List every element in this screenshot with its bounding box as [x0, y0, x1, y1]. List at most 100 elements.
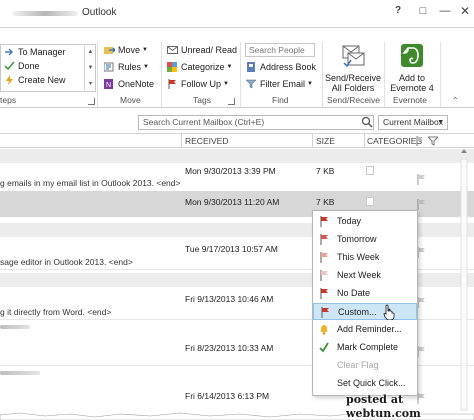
- menu-item-add-reminder[interactable]: Add Reminder...: [313, 321, 417, 338]
- menu-item-custom[interactable]: Custom...: [313, 303, 417, 320]
- collapse-ribbon-icon[interactable]: ⌃: [452, 96, 459, 105]
- hand-cursor-icon: [383, 304, 395, 320]
- checkmark-icon: [319, 342, 329, 353]
- menu-item-today[interactable]: Today: [313, 213, 417, 230]
- app-title: Outlook: [82, 7, 117, 18]
- quick-step-create-new[interactable]: Create New: [4, 73, 66, 87]
- search-mailbox-input[interactable]: Search Current Mailbox (Ctrl+E): [138, 115, 374, 130]
- redacted-sender: [0, 325, 30, 329]
- gray-flag-icon[interactable]: [416, 199, 427, 210]
- received-cell: Mon 9/30/2013 3:39 PM: [185, 166, 276, 176]
- menu-item-set-quick-click[interactable]: Set Quick Click...: [313, 375, 417, 392]
- ribbon-display-options-icon[interactable]: □: [416, 4, 430, 18]
- message-preview: sage editor in Outlook 2013. <end>: [0, 257, 133, 267]
- column-divider: [312, 134, 313, 148]
- svg-text:N: N: [106, 82, 111, 89]
- follow-up-button[interactable]: Follow Up ▼: [167, 77, 229, 91]
- message-list-header: RECEIVED SIZE CATEGORIES: [0, 133, 474, 148]
- tags-launcher-icon[interactable]: [228, 98, 235, 105]
- quick-steps-launcher-icon[interactable]: [88, 98, 95, 105]
- follow-up-menu: Today Tomorrow This Week Next Week No Da…: [312, 210, 418, 396]
- send-receive-label-line1: Send/Receive: [325, 73, 382, 83]
- filter-icon[interactable]: [428, 136, 438, 146]
- menu-item-label: This Week: [337, 252, 380, 262]
- group-label-quick-steps: teps: [0, 95, 17, 105]
- unread-read-button[interactable]: Unread/ Read: [167, 43, 237, 57]
- onenote-label: OneNote: [118, 79, 155, 89]
- watermark-text: posted at webtun.com: [346, 393, 421, 420]
- categorize-button[interactable]: Categorize ▼: [167, 60, 232, 74]
- add-to-evernote-button[interactable]: Add to Evernote 4: [389, 43, 435, 93]
- move-button[interactable]: Move ▼: [104, 43, 148, 57]
- menu-item-tomorrow[interactable]: Tomorrow: [313, 231, 417, 248]
- column-header-size[interactable]: SIZE: [316, 136, 335, 146]
- dropdown-arrow-icon: ▼: [307, 81, 313, 87]
- search-scope-value: Current Mailbox: [383, 117, 443, 127]
- quick-steps-scroll[interactable]: ▲ ▼ ▾: [84, 44, 96, 92]
- menu-item-label: Today: [337, 216, 362, 226]
- quick-step-label: To Manager: [18, 47, 66, 57]
- column-header-received[interactable]: RECEIVED: [185, 136, 228, 146]
- message-preview: g it directly from Word. <end>: [0, 307, 112, 317]
- rules-icon: [104, 62, 114, 72]
- evernote-icon: [401, 44, 423, 67]
- category-box[interactable]: [366, 166, 374, 175]
- address-book-button[interactable]: Address Book: [246, 60, 316, 74]
- address-book-icon: [247, 62, 255, 72]
- menu-item-next-week[interactable]: Next Week: [313, 267, 417, 284]
- rules-button[interactable]: Rules ▼: [104, 60, 149, 74]
- received-cell: Tue 9/17/2013 10:57 AM: [185, 244, 278, 254]
- size-cell: 7 KB: [316, 197, 335, 207]
- received-cell: Fri 9/13/2013 10:46 AM: [185, 294, 274, 304]
- received-cell: Mon 9/30/2013 11:20 AM: [185, 197, 280, 207]
- search-icon[interactable]: [361, 116, 373, 128]
- ribbon: To Manager Done Create New ▲ ▼ ▾ teps Move…: [0, 28, 474, 108]
- chevron-down-icon: ▼: [437, 119, 444, 126]
- menu-item-label: Set Quick Click...: [337, 378, 406, 388]
- arrow-right-icon: [5, 48, 14, 56]
- group-divider: [440, 42, 441, 108]
- group-label-send-receive: Send/Receive: [327, 95, 380, 105]
- menu-item-clear-flag: Clear Flag: [313, 357, 417, 374]
- search-bar: Search Current Mailbox (Ctrl+E) Current …: [0, 112, 474, 132]
- quick-step-done[interactable]: Done: [4, 59, 40, 73]
- message-preview: g emails in my email list in Outlook 201…: [0, 178, 181, 188]
- quick-step-label: Done: [18, 61, 40, 71]
- dropdown-arrow-icon: ▼: [223, 81, 229, 87]
- minimize-icon[interactable]: —: [438, 4, 452, 18]
- onenote-button[interactable]: N OneNote: [104, 77, 154, 91]
- group-divider: [322, 42, 323, 108]
- unread-read-label: Unread/ Read: [181, 45, 238, 55]
- received-cell: Fri 8/23/2013 10:33 AM: [185, 343, 274, 353]
- table-row[interactable]: Mon 9/30/2013 3:39 PM 7 KB g emails in m…: [0, 163, 474, 191]
- group-label-tags: Tags: [193, 95, 211, 105]
- close-icon[interactable]: ✕: [458, 4, 472, 18]
- column-header-categories[interactable]: CATEGORIES: [367, 136, 422, 146]
- menu-item-label: Add Reminder...: [337, 324, 402, 334]
- vertical-scrollbar[interactable]: [460, 149, 468, 420]
- flag-status-header-icon[interactable]: [415, 136, 425, 146]
- red-flag-icon: [321, 307, 329, 318]
- onenote-icon: N: [104, 79, 113, 89]
- follow-up-label: Follow Up: [181, 79, 222, 89]
- move-label: Move: [118, 45, 141, 55]
- menu-item-this-week[interactable]: This Week: [313, 249, 417, 266]
- quick-step-to-manager[interactable]: To Manager: [4, 45, 66, 59]
- gray-flag-icon[interactable]: [416, 174, 427, 185]
- filter-email-button[interactable]: Filter Email ▼: [246, 77, 313, 91]
- menu-item-no-date[interactable]: No Date: [313, 285, 417, 302]
- menu-item-mark-complete[interactable]: Mark Complete: [313, 339, 417, 356]
- dropdown-arrow-icon: ▼: [143, 64, 149, 70]
- search-scope-dropdown[interactable]: Current Mailbox ▼: [378, 115, 448, 130]
- filter-email-label: Filter Email: [260, 79, 306, 89]
- watermark: posted at webtun.com: [346, 393, 474, 420]
- redacted-sender: [0, 371, 40, 375]
- search-people-input[interactable]: Search People: [245, 43, 315, 57]
- quick-step-label: Create New: [18, 75, 66, 85]
- menu-item-label: Clear Flag: [337, 360, 379, 370]
- menu-item-label: Mark Complete: [337, 342, 399, 352]
- send-receive-all-folders-button[interactable]: Send/Receive All Folders: [325, 43, 381, 93]
- column-divider: [364, 134, 365, 148]
- help-icon[interactable]: ?: [391, 4, 405, 18]
- category-box[interactable]: [366, 197, 374, 206]
